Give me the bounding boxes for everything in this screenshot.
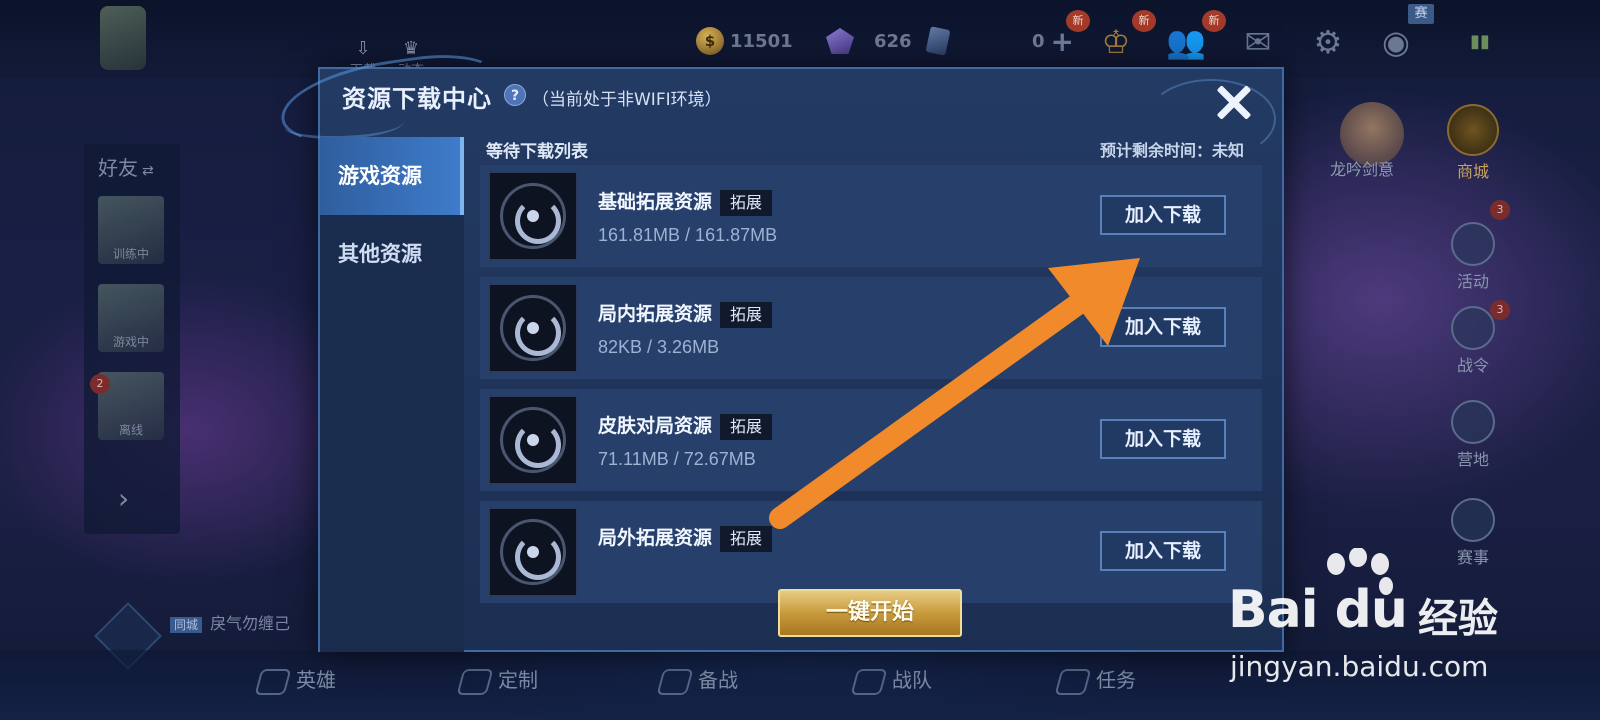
mail-icon[interactable]: ✉ <box>1238 22 1278 62</box>
hero-name: 龙吟剑意 <box>1330 160 1395 179</box>
list-item: 皮肤对局资源 拓展 71.11MB / 72.67MB 加入下载 <box>480 389 1262 491</box>
nav-customize[interactable]: 定制 <box>456 664 538 695</box>
friend-count-badge: 2 <box>90 374 110 394</box>
resource-tag: 拓展 <box>720 413 773 440</box>
gold-coin-icon: $ <box>696 27 724 55</box>
list-item: 局内拓展资源 拓展 82KB / 3.26MB 加入下载 <box>480 277 1262 379</box>
chest-icon <box>1451 222 1495 266</box>
gold-currency[interactable]: $ 11501 <box>696 27 793 55</box>
resource-tag: 拓展 <box>720 525 773 552</box>
new-badge: 新 <box>1132 10 1156 32</box>
pending-list-header: 等待下载列表 <box>486 142 588 162</box>
gem-icon <box>826 28 854 54</box>
shield-icon <box>1451 306 1495 350</box>
cup-icon <box>1451 498 1495 542</box>
prepare-icon <box>656 668 694 695</box>
resource-icon <box>488 395 578 485</box>
resource-size: 161.81MB / 161.87MB <box>598 225 778 245</box>
dialog-header: 资源下载中心 ? （当前处于非WIFI环境） <box>275 46 1282 159</box>
events-button[interactable]: 活动 <box>1438 222 1508 292</box>
network-status-note: （当前处于非WIFI环境） <box>532 90 722 110</box>
chat-preview[interactable]: 同城 戾气勿缠己 <box>170 610 330 634</box>
nav-tasks[interactable]: 任务 <box>1054 664 1136 695</box>
download-list[interactable]: 基础拓展资源 拓展 161.81MB / 161.87MB 加入下载 局内拓展资源… <box>480 165 1262 637</box>
trophy-icon[interactable]: ♔ <box>1096 22 1136 62</box>
customize-icon <box>456 668 494 695</box>
resource-icon <box>488 507 578 597</box>
camp-icon <box>1451 400 1495 444</box>
eye-icon[interactable]: ◉ <box>1376 22 1416 62</box>
nav-team[interactable]: 战队 <box>850 664 932 695</box>
start-all-button[interactable]: 一键开始 <box>778 589 962 637</box>
help-icon[interactable]: ? <box>504 84 526 106</box>
resource-tag: 拓展 <box>720 189 773 216</box>
friend-avatar[interactable]: 训练中 <box>98 196 164 264</box>
voucher-currency[interactable]: 0 + <box>1032 25 1074 58</box>
watermark-brand: Bai du <box>1228 580 1408 640</box>
resource-name: 局内拓展资源 <box>598 303 713 325</box>
signal-icon: ▮▮ <box>1470 31 1490 52</box>
tab-other-resources[interactable]: 其他资源 <box>320 215 464 293</box>
tournament-button[interactable]: 赛事 <box>1438 498 1508 568</box>
watermark-brand-suffix: 经验 <box>1418 596 1498 642</box>
switch-icon: ⇄ <box>142 163 154 179</box>
remaining-time: 预计剩余时间：未知 <box>1099 141 1244 160</box>
resource-size: 71.11MB / 72.67MB <box>598 449 756 469</box>
resource-tag: 拓展 <box>720 301 773 328</box>
resource-size: 82KB / 3.26MB <box>598 337 720 357</box>
chat-channel-tag: 同城 <box>170 617 203 633</box>
player-avatar[interactable] <box>100 6 146 70</box>
nav-prepare[interactable]: 备战 <box>656 664 738 695</box>
voucher-card-icon <box>925 26 951 56</box>
hero-icon <box>254 668 292 695</box>
add-download-button[interactable]: 加入下载 <box>1100 307 1226 347</box>
list-item: 局外拓展资源 拓展 加入下载 <box>480 501 1262 603</box>
dialog-title: 资源下载中心 <box>342 85 492 113</box>
events-badge: 3 <box>1490 200 1510 220</box>
season-badge: 赛 <box>1408 4 1434 24</box>
friend-avatar[interactable]: 游戏中 <box>98 284 164 352</box>
shop-icon <box>1447 104 1499 156</box>
watermark-url: jingyan.baidu.com <box>1230 650 1489 683</box>
new-badge: 新 <box>1066 10 1090 32</box>
friends-title[interactable]: 好友 ⇄ <box>98 152 154 181</box>
gem-currency[interactable]: 626 <box>826 26 951 56</box>
friends-icon[interactable]: 👥 <box>1166 22 1206 62</box>
add-download-button[interactable]: 加入下载 <box>1100 195 1226 235</box>
gear-icon[interactable]: ⚙ <box>1308 22 1348 62</box>
download-icon: ⇩ <box>355 38 371 59</box>
resource-download-dialog: 资源下载中心 ? （当前处于非WIFI环境） 游戏资源 其他资源 等待下载列表 … <box>275 46 1284 652</box>
battle-pass-badge: 3 <box>1490 300 1510 320</box>
resource-icon <box>488 171 578 261</box>
chevron-right-icon[interactable]: › <box>118 482 129 515</box>
resource-name: 皮肤对局资源 <box>598 415 713 437</box>
tab-game-resources[interactable]: 游戏资源 <box>320 137 464 215</box>
camp-button[interactable]: 营地 <box>1438 400 1508 470</box>
resource-name: 局外拓展资源 <box>598 527 713 549</box>
list-item: 基础拓展资源 拓展 161.81MB / 161.87MB 加入下载 <box>480 165 1262 267</box>
resource-name: 基础拓展资源 <box>598 191 713 213</box>
close-icon[interactable] <box>1210 79 1258 127</box>
friends-panel: 好友 ⇄ 训练中 游戏中 离线 2 › <box>84 144 180 534</box>
nav-heroes[interactable]: 英雄 <box>254 664 336 695</box>
add-download-button[interactable]: 加入下载 <box>1100 531 1226 571</box>
resource-icon <box>488 283 578 373</box>
resource-tabs: 游戏资源 其他资源 <box>320 137 464 652</box>
tasks-icon <box>1054 668 1092 695</box>
team-icon <box>850 668 888 695</box>
shop-button[interactable]: 商城 <box>1438 104 1508 182</box>
add-download-button[interactable]: 加入下载 <box>1100 419 1226 459</box>
